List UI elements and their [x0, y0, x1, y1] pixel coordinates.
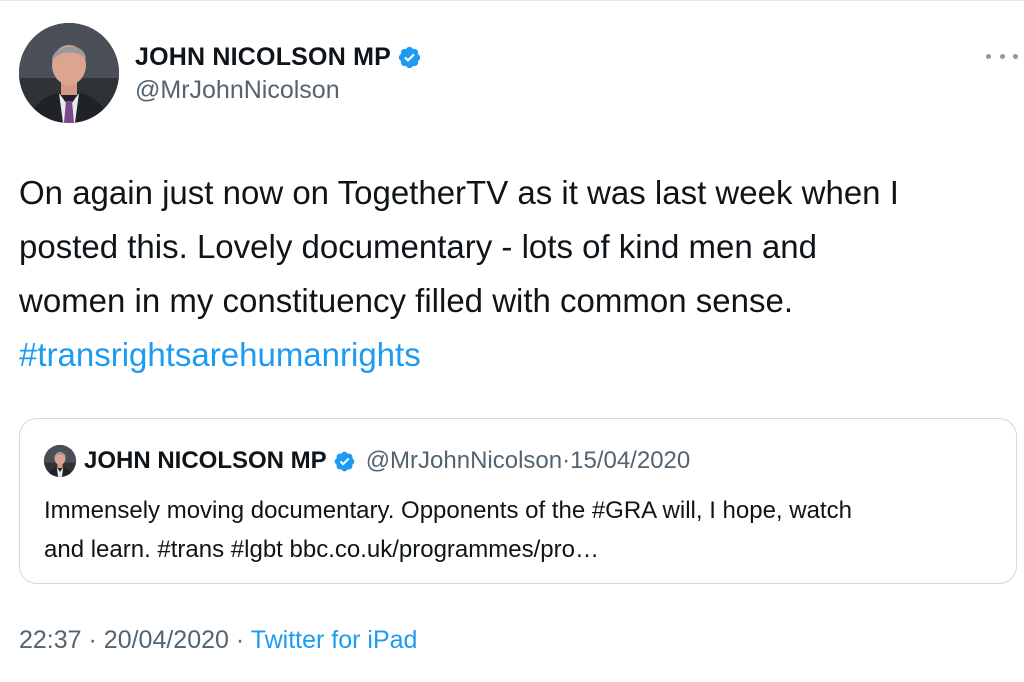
meta-separator: ·: [235, 626, 245, 654]
author-avatar[interactable]: [19, 23, 119, 123]
tweet-date[interactable]: 20/04/2020: [104, 626, 229, 654]
quoted-text-line: and learn. #trans #lgbt bbc.co.uk/progra…: [44, 536, 599, 563]
tweet-timestamp-row: 22:37 · 20/04/2020 · Twitter for iPad: [19, 626, 417, 655]
quoted-author-avatar: [44, 445, 76, 477]
author-name: JOHN NICOLSON MP: [135, 42, 391, 71]
verified-badge-icon: [334, 451, 355, 471]
tweet-detail: JOHN NICOLSON MP @MrJohnNicolson On agai…: [0, 0, 1024, 682]
meta-separator: ·: [562, 447, 571, 474]
meta-separator: ·: [88, 626, 97, 654]
tweet-source-link[interactable]: Twitter for iPad: [251, 626, 418, 654]
tweet-text-line: posted this. Lovely documentary - lots o…: [19, 228, 817, 265]
tweet-text: On again just now on TogetherTV as it wa…: [19, 166, 1009, 382]
quoted-date: 15/04/2020: [570, 447, 691, 474]
avatar-photo-icon: [19, 23, 119, 123]
tweet-text-line: women in my constituency filled with com…: [19, 282, 793, 319]
verified-badge-icon: [398, 46, 421, 68]
quoted-author-name: JOHN NICOLSON MP: [84, 447, 327, 474]
hashtag-link[interactable]: #transrightsarehumanrights: [19, 336, 421, 373]
tweet-time[interactable]: 22:37: [19, 626, 82, 654]
more-dot-icon: [986, 53, 991, 59]
top-divider: [0, 0, 1024, 1]
more-options-button[interactable]: [986, 46, 1018, 66]
author-name-row[interactable]: JOHN NICOLSON MP: [135, 40, 422, 74]
avatar-photo-icon: [44, 445, 76, 477]
quoted-author-handle: @MrJohnNicolson: [365, 447, 563, 474]
quoted-tweet-text: Immensely moving documentary. Opponents …: [44, 491, 994, 569]
quoted-text-line: Immensely moving documentary. Opponents …: [44, 497, 852, 524]
author-handle[interactable]: @MrJohnNicolson: [135, 76, 340, 105]
more-dot-icon: [1013, 53, 1018, 59]
quoted-tweet-header: JOHN NICOLSON MP @MrJohnNicolson · 15/04/2…: [44, 445, 690, 477]
quoted-tweet-card[interactable]: JOHN NICOLSON MP @MrJohnNicolson · 15/04/2…: [19, 418, 1017, 584]
more-dot-icon: [999, 53, 1005, 59]
tweet-text-line: On again just now on TogetherTV as it wa…: [19, 174, 899, 211]
